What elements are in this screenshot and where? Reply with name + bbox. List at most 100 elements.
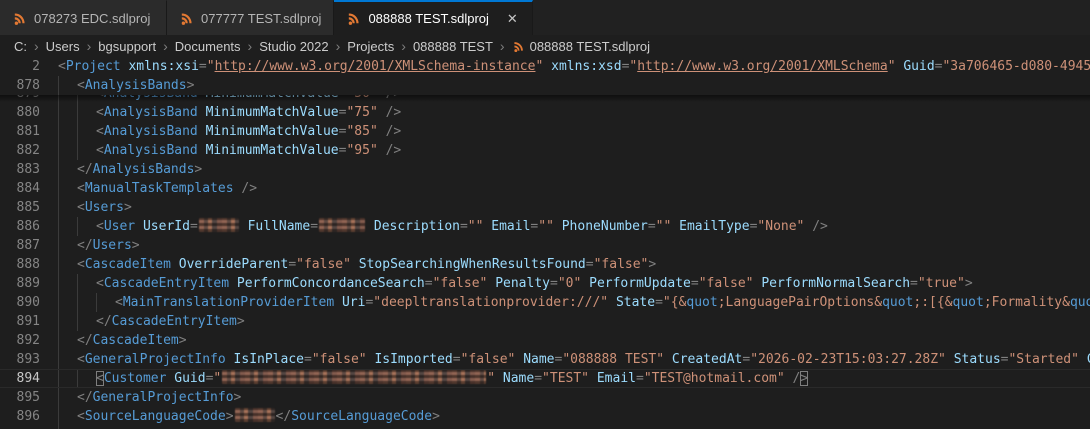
indent-guide <box>58 388 77 407</box>
line-number: 882 <box>16 143 40 158</box>
xml-editor[interactable]: 879<AnalysisBand MinimumMatchValue="50" … <box>0 57 1090 429</box>
indent-guide <box>58 274 77 293</box>
indent-guide <box>58 179 77 198</box>
breadcrumb-item[interactable]: C: <box>14 39 27 54</box>
bracket-match-highlight: < <box>96 371 104 386</box>
code-line[interactable]: 887 </Users> <box>0 236 1090 255</box>
code-content: </AnalysisBands> <box>40 160 1090 179</box>
redacted-text <box>198 218 239 232</box>
line-number: 894 <box>16 371 40 386</box>
line-number: 890 <box>16 295 40 310</box>
redacted-text <box>319 218 366 232</box>
indent-guide <box>77 274 96 293</box>
code-line[interactable]: 896 <SourceLanguageCode> </SourceLanguageC… <box>0 407 1090 426</box>
breadcrumb-item[interactable]: Documents <box>175 39 241 54</box>
indent-guide <box>58 160 77 179</box>
code-content: </GeneralProjectInfo> <box>40 388 1090 407</box>
code-line[interactable]: 886 <User UserId= FullName= Description="… <box>0 217 1090 236</box>
code-content: <AnalysisBand MinimumMatchValue="85" /> <box>40 122 1090 141</box>
code-content: <AnalysisBand MinimumMatchValue="75" /> <box>40 103 1090 122</box>
tab-label: 088888 TEST.sdlproj <box>368 11 489 26</box>
line-number: 884 <box>16 181 40 196</box>
code-line[interactable]: 888 <CascadeItem OverrideParent="false" S… <box>0 255 1090 274</box>
indent-guide <box>96 293 115 312</box>
line-number: 889 <box>16 276 40 291</box>
breadcrumb-item[interactable]: Studio 2022 <box>259 39 328 54</box>
line-number: 878 <box>16 78 40 93</box>
code-content: <AnalysisBands> <box>40 76 1090 95</box>
code-content: </CascadeItem> <box>40 331 1090 350</box>
code-content: <Project xmlns:xsi="http://www.w3.org/20… <box>58 59 1090 74</box>
line-number: 888 <box>16 257 40 272</box>
indent-guide <box>77 370 96 387</box>
line-number: 892 <box>16 333 40 348</box>
indent-guide <box>77 122 96 141</box>
indent-guide <box>58 236 77 255</box>
breadcrumb-item[interactable]: bgsupport <box>98 39 156 54</box>
line-number: 886 <box>16 219 40 234</box>
line-number: 893 <box>16 352 40 367</box>
indent-guide <box>58 217 77 236</box>
indent-guide <box>58 103 77 122</box>
code-line[interactable]: 884 <ManualTaskTemplates /> <box>0 179 1090 198</box>
code-line[interactable]: 880 <AnalysisBand MinimumMatchValue="75" … <box>0 103 1090 122</box>
code-line[interactable]: 878 <AnalysisBands> <box>0 76 1090 95</box>
code-line[interactable]: 882 <AnalysisBand MinimumMatchValue="95" … <box>0 141 1090 160</box>
indent-guide <box>58 350 77 369</box>
code-line[interactable]: 885 <Users> <box>0 198 1090 217</box>
line-number: 887 <box>16 238 40 253</box>
code-content: <Users> <box>40 198 1090 217</box>
indent-guide <box>77 103 96 122</box>
chevron-right-icon: › <box>247 38 253 54</box>
chevron-right-icon: › <box>401 38 406 54</box>
code-line[interactable]: 891 </CascadeEntryItem> <box>0 312 1090 331</box>
code-line[interactable]: 883 </AnalysisBands> <box>0 160 1090 179</box>
code-content: <Customer Guid=" " Name="TEST" Email="TES… <box>40 370 1090 387</box>
tab-077777-test-sdlproj[interactable]: 077777 TEST.sdlproj <box>167 0 335 35</box>
code-lines: 879<AnalysisBand MinimumMatchValue="50" … <box>0 84 1090 429</box>
code-line[interactable]: 889 <CascadeEntryItem PerformConcordanceS… <box>0 274 1090 293</box>
line-number: 881 <box>16 124 40 139</box>
sticky-scroll: 2 <Project xmlns:xsi="http://www.w3.org/2… <box>0 57 1090 102</box>
chevron-right-icon: › <box>335 38 341 54</box>
indent-guide <box>77 217 96 236</box>
breadcrumb-item[interactable]: Projects <box>347 39 394 54</box>
code-content: <GeneralProjectInfo IsInPlace="false" Is… <box>40 350 1090 369</box>
code-content: <CascadeEntryItem PerformConcordanceSear… <box>40 274 1090 293</box>
indent-guide <box>58 141 77 160</box>
code-content: <ManualTaskTemplates /> <box>40 179 1090 198</box>
tab-078273-edc-sdlproj[interactable]: 078273 EDC.sdlproj <box>0 0 167 35</box>
code-content: <CascadeItem OverrideParent="false" Stop… <box>40 255 1090 274</box>
chevron-right-icon: › <box>499 38 505 54</box>
bracket-match-highlight: > <box>800 371 809 386</box>
code-line[interactable]: 894 <Customer Guid=" " Name="TEST" Email="… <box>0 369 1090 388</box>
breadcrumb-item[interactable]: Users <box>46 39 80 54</box>
code-line[interactable]: 893 <GeneralProjectInfo IsInPlace="false"… <box>0 350 1090 369</box>
tab-088888-test-sdlproj[interactable]: 088888 TEST.sdlproj ✕ <box>334 0 533 35</box>
breadcrumb-item[interactable]: 088888 TEST <box>413 39 493 54</box>
code-content: <SourceLanguageCode> </SourceLanguageCode… <box>40 407 1090 426</box>
code-line[interactable]: 881 <AnalysisBand MinimumMatchValue="85" … <box>0 122 1090 141</box>
indent-guide <box>77 141 96 160</box>
code-line[interactable]: 892 </CascadeItem> <box>0 331 1090 350</box>
indent-guide <box>58 122 77 141</box>
tab-close-icon[interactable]: ✕ <box>505 11 520 26</box>
code-line[interactable]: 895 </GeneralProjectInfo> <box>0 388 1090 407</box>
code-line[interactable]: 2 <Project xmlns:xsi="http://www.w3.org/2… <box>0 57 1090 76</box>
code-line[interactable]: 890 <MainTranslationProviderItem Uri="dee… <box>0 293 1090 312</box>
code-content: <MainTranslationProviderItem Uri="deeplt… <box>40 293 1090 312</box>
indent-guide <box>58 312 77 331</box>
xml-file-icon <box>349 13 360 25</box>
line-number: 885 <box>16 200 40 215</box>
indent-guide <box>77 293 96 312</box>
chevron-right-icon: › <box>34 38 39 54</box>
code-content: </Users> <box>40 236 1090 255</box>
line-number: 895 <box>16 390 40 405</box>
breadcrumb: C: › Users › bgsupport › Documents › Studio 2022… <box>0 35 1090 57</box>
indent-guide <box>58 293 77 312</box>
redacted-text <box>222 370 487 384</box>
code-content: <AnalysisBand MinimumMatchValue="95" /> <box>40 141 1090 160</box>
line-number: 880 <box>16 105 40 120</box>
breadcrumb-file[interactable]: 088888 TEST.sdlproj <box>512 39 650 54</box>
line-number: 2 <box>32 59 40 74</box>
